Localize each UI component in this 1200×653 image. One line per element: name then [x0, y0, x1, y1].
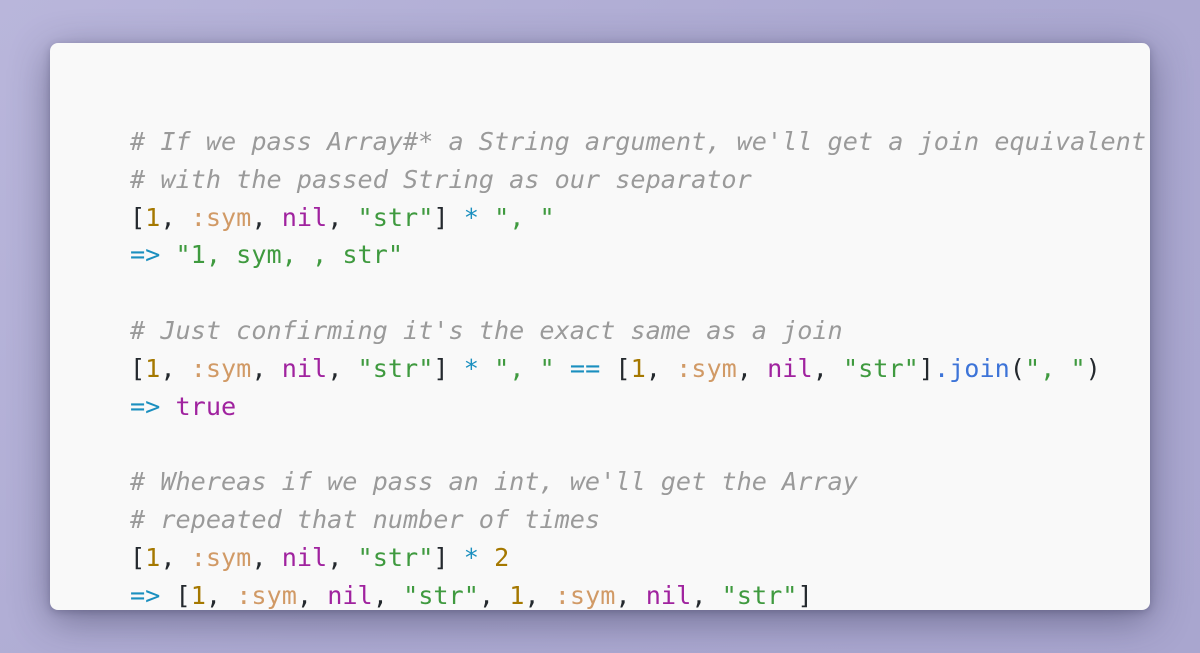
comment-token: # Just confirming it's the exact same as…	[130, 315, 843, 345]
punctuation-token	[160, 240, 175, 269]
string-token: ", "	[1024, 353, 1086, 383]
operator-token: =>	[130, 580, 161, 610]
punctuation-token	[479, 203, 494, 232]
code-line: => "1, sym, , str"	[130, 236, 1146, 274]
method-token: .join	[933, 353, 1010, 383]
punctuation-token: (	[1009, 353, 1025, 383]
symbol-token: :sym	[190, 353, 252, 383]
punctuation-token: ,	[160, 202, 191, 232]
punctuation-token: ,	[205, 580, 237, 610]
string-token: "str"	[357, 353, 434, 383]
punctuation-token: ,	[691, 580, 722, 610]
symbol-token: :sym	[676, 353, 737, 383]
code-block: # If we pass Array#* a String argument, …	[130, 123, 1146, 614]
punctuation-token: ]	[433, 202, 464, 232]
code-line: => true	[130, 388, 1146, 426]
string-token: ", "	[494, 353, 555, 383]
string-token: "str"	[357, 542, 434, 572]
punctuation-token: ,	[296, 580, 328, 610]
punctuation-token: ]	[918, 353, 934, 383]
number-token: 1	[509, 580, 525, 610]
number-token: 2	[494, 542, 510, 572]
punctuation-token	[479, 354, 494, 383]
code-line: # Just confirming it's the exact same as…	[130, 312, 1146, 350]
keyword-token: nil	[327, 580, 373, 610]
string-token: "str"	[357, 202, 434, 232]
punctuation-token: [	[130, 202, 146, 232]
punctuation-token: [	[130, 353, 146, 383]
number-token: 1	[190, 580, 206, 610]
punctuation-token: ,	[645, 353, 677, 383]
keyword-token: nil	[281, 353, 328, 383]
punctuation-token: [	[600, 353, 631, 383]
keyword-token: nil	[281, 202, 328, 232]
code-line: # If we pass Array#* a String argument, …	[130, 123, 1146, 161]
punctuation-token: )	[1085, 353, 1101, 383]
punctuation-token: ]	[433, 542, 464, 572]
symbol-token: :sym	[190, 202, 252, 232]
operator-token: *	[463, 353, 479, 383]
punctuation-token: [	[160, 580, 191, 610]
punctuation-token: ,	[812, 353, 843, 383]
string-token: "str"	[842, 353, 919, 383]
code-line: [1, :sym, nil, "str"] * ", "	[130, 199, 1146, 237]
code-line: # Whereas if we pass an int, we'll get t…	[130, 463, 1146, 501]
comment-token: # If we pass Array#* a String argument, …	[130, 127, 1146, 156]
operator-token: ==	[569, 353, 601, 383]
punctuation-token: ]	[433, 353, 464, 383]
code-line: # with the passed String as our separato…	[130, 161, 1146, 199]
punctuation-token: ,	[327, 353, 358, 383]
punctuation-token: ,	[251, 202, 282, 232]
punctuation-token: ,	[251, 353, 282, 383]
punctuation-token: ,	[327, 202, 358, 232]
operator-token: *	[463, 542, 479, 572]
punctuation-token: ,	[524, 580, 555, 610]
number-token: 1	[145, 542, 161, 572]
code-line: => [1, :sym, nil, "str", 1, :sym, nil, "…	[130, 577, 1146, 615]
code-line: [1, :sym, nil, "str"] * ", " == [1, :sym…	[130, 350, 1146, 388]
punctuation-token: ]	[797, 580, 813, 610]
string-token: ", "	[494, 202, 555, 232]
punctuation-token: ,	[251, 542, 282, 572]
string-token: "str"	[721, 580, 798, 610]
code-card: # If we pass Array#* a String argument, …	[50, 43, 1150, 610]
operator-token: *	[463, 202, 479, 232]
keyword-token: true	[175, 391, 237, 421]
symbol-token: :sym	[554, 580, 616, 610]
punctuation-token: [	[130, 542, 146, 572]
symbol-token: :sym	[190, 542, 252, 572]
code-line: [1, :sym, nil, "str"] * 2	[130, 539, 1146, 577]
keyword-token: nil	[645, 580, 692, 610]
symbol-token: :sym	[236, 580, 297, 610]
punctuation-token: ,	[736, 353, 768, 383]
code-line: # repeated that number of times	[130, 501, 1146, 539]
punctuation-token: ,	[478, 580, 510, 610]
comment-token: # repeated that number of times	[130, 504, 601, 534]
keyword-token: nil	[767, 353, 813, 383]
string-token: "1, sym, , str"	[175, 240, 403, 270]
punctuation-token	[479, 543, 494, 572]
number-token: 1	[145, 202, 161, 232]
punctuation-token: ,	[372, 580, 404, 610]
punctuation-token: ,	[615, 580, 646, 610]
number-token: 1	[630, 353, 646, 383]
number-token: 1	[145, 353, 161, 383]
comment-token: # with the passed String as our separato…	[130, 164, 752, 194]
punctuation-token	[160, 392, 175, 421]
string-token: "str"	[403, 580, 479, 610]
comment-token: # Whereas if we pass an int, we'll get t…	[130, 467, 858, 497]
punctuation-token: ,	[160, 353, 191, 383]
operator-token: =>	[130, 240, 161, 270]
keyword-token: nil	[281, 542, 328, 572]
operator-token: =>	[130, 391, 161, 421]
punctuation-token: ,	[327, 542, 358, 572]
punctuation-token: ,	[160, 542, 191, 572]
punctuation-token	[555, 354, 570, 383]
